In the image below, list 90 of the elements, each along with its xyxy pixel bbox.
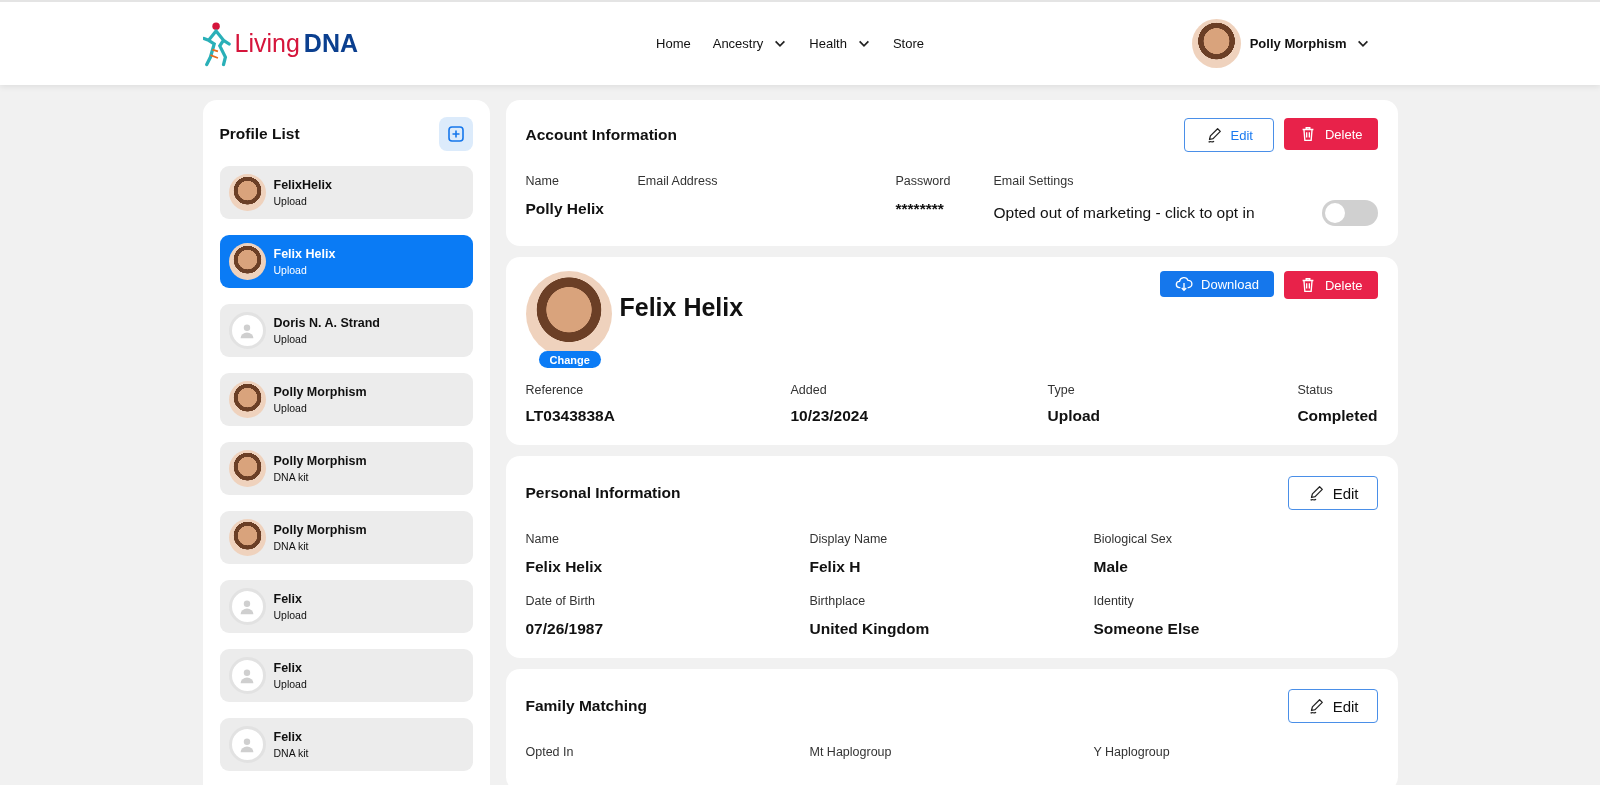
profile-item[interactable]: Felix Helix Upload	[219, 235, 473, 288]
field-value: United Kingdom	[809, 620, 931, 638]
dancing-figure-icon	[202, 20, 231, 67]
field-label: Type	[1047, 383, 1076, 397]
field-label: Birthplace	[809, 594, 867, 608]
profile-name: Felix	[273, 661, 303, 675]
profile-item[interactable]: Polly Morphism DNA kit	[219, 442, 473, 495]
profile-name: Polly Morphism	[273, 523, 367, 537]
field-value: LT0343838A	[525, 407, 616, 425]
avatar	[228, 243, 266, 280]
field-label: Display Name	[809, 532, 889, 546]
profile-item[interactable]: Felix DNA kit	[219, 718, 473, 771]
edit-button[interactable]: Edit	[1183, 118, 1274, 152]
user-menu[interactable]: Polly Morphism	[1191, 19, 1370, 68]
field-label: Email Address	[637, 174, 719, 188]
profile-source: Upload	[273, 333, 308, 345]
field-label: Opted In	[525, 745, 575, 759]
card-title: Personal Information	[525, 484, 681, 502]
avatar	[228, 450, 266, 487]
change-photo-button[interactable]: Change	[538, 351, 601, 368]
edit-button[interactable]: Edit	[1287, 476, 1378, 510]
profile-name: FelixHelix	[273, 178, 332, 192]
profile-name: Felix Helix	[619, 293, 745, 322]
profile-item[interactable]: FelixHelix Upload	[219, 166, 473, 219]
logo[interactable]: Living DNA	[202, 20, 358, 67]
add-profile-button[interactable]	[438, 117, 473, 151]
profile-name: Doris N. A. Strand	[273, 316, 380, 330]
field-value: Upload	[1047, 407, 1102, 425]
profile-item[interactable]: Polly Morphism DNA kit	[219, 511, 473, 564]
field-value: Male	[1093, 558, 1129, 576]
field-value: Felix H	[809, 558, 862, 576]
edit-button[interactable]: Edit	[1287, 689, 1378, 723]
field-value: 07/26/1987	[525, 620, 605, 638]
silhouette-avatar	[228, 588, 266, 625]
delete-button[interactable]: Delete	[1283, 271, 1378, 299]
nav-link[interactable]: Home	[656, 36, 691, 51]
profile-name: Felix Helix	[273, 247, 336, 261]
download-button[interactable]: Download	[1160, 271, 1274, 297]
profile-source: Upload	[273, 264, 308, 276]
avatar	[1191, 19, 1241, 68]
field-value: Polly Helix	[525, 200, 605, 218]
card-title: Family Matching	[525, 697, 647, 715]
field-value: Someone Else	[1093, 620, 1201, 638]
nav-link[interactable]: Health	[809, 36, 871, 51]
field-label: Name	[525, 174, 560, 188]
toggle-switch[interactable]	[1321, 200, 1378, 226]
profile-source: DNA kit	[273, 747, 309, 759]
cloud-download-icon	[1175, 275, 1194, 293]
field-label: Password	[895, 174, 952, 188]
profile-source: DNA kit	[273, 471, 310, 483]
profile-item[interactable]: Polly Morphism Upload	[219, 373, 473, 426]
field-label: Biological Sex	[1093, 532, 1173, 546]
field-label: Added	[790, 383, 828, 397]
field-value: 10/23/2024	[790, 407, 870, 425]
profile-source: Upload	[273, 195, 308, 207]
field-label: Mt Haplogroup	[809, 745, 893, 759]
plus-square-icon	[445, 124, 466, 144]
field-value: Completed	[1297, 407, 1378, 425]
field-value: Felix Helix	[525, 558, 604, 576]
avatar	[228, 381, 266, 418]
profile-name: Felix	[273, 592, 303, 606]
profile-source: Upload	[273, 678, 307, 690]
avatar	[228, 174, 266, 211]
profile-source: Upload	[273, 609, 307, 621]
nav-link[interactable]: Store	[892, 36, 924, 51]
profile-name: Felix	[273, 730, 303, 744]
nav-link[interactable]: Ancestry	[712, 36, 788, 51]
profile-name: Polly Morphism	[273, 385, 367, 399]
silhouette-avatar	[228, 657, 266, 694]
field-label: Y Haplogroup	[1093, 745, 1171, 759]
profile-source: Upload	[273, 402, 308, 414]
field-label: Status	[1297, 383, 1334, 397]
field-label: Identity	[1093, 594, 1135, 608]
field-label: Name	[525, 532, 560, 546]
profile-item[interactable]: Doris N. A. Strand Upload	[219, 304, 473, 357]
silhouette-avatar	[228, 726, 266, 763]
email-settings-text: Opted out of marketing - click to opt in	[993, 204, 1255, 222]
card-title: Account Information	[525, 126, 678, 144]
field-value: ********	[895, 200, 945, 218]
panel-title: Profile List	[219, 125, 300, 143]
silhouette-avatar	[228, 312, 266, 349]
field-label: Email Settings	[993, 174, 1075, 188]
profile-item[interactable]: Felix Upload	[219, 580, 473, 633]
profile-source: DNA kit	[273, 540, 310, 552]
profile-name: Polly Morphism	[273, 454, 367, 468]
field-label: Reference	[525, 383, 585, 397]
field-label: Date of Birth	[525, 594, 596, 608]
delete-button[interactable]: Delete	[1283, 118, 1378, 150]
avatar	[228, 519, 266, 556]
profile-item[interactable]: Felix Upload	[219, 649, 473, 702]
